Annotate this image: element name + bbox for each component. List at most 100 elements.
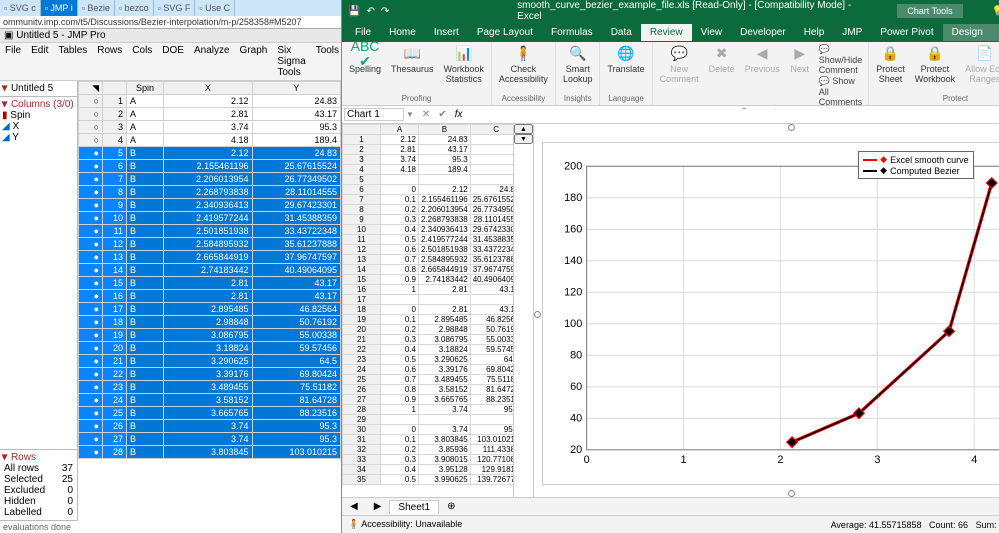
table-row[interactable]: ●28B3.803845103.010215 [79, 446, 341, 459]
check-accessibility-button[interactable]: 🧍Check Accessibility [496, 44, 551, 85]
add-sheet-button[interactable]: ⊕ [439, 500, 463, 513]
table-row[interactable]: 350.53.990625139.726775 [343, 475, 515, 485]
ribbon-tab[interactable]: Home [380, 24, 425, 41]
menu-item[interactable]: Graph [235, 43, 273, 80]
table-row[interactable]: 240.63.3917669.80424 [343, 365, 515, 375]
table-row[interactable]: 230.53.29062564.5 [343, 355, 515, 365]
table-row[interactable]: 200.22.9884850.76192 [343, 325, 515, 335]
spin-down-button[interactable]: ▼ [514, 134, 533, 144]
column-header[interactable]: X [164, 82, 252, 95]
table-row[interactable]: 12.1224.83 [343, 135, 515, 145]
corner-cell[interactable]: ◥ [79, 82, 103, 95]
table-row[interactable]: 90.32.26879383828.11014555 [343, 215, 515, 225]
table-row[interactable]: ●9B2.34093641329.67423301 [79, 199, 341, 212]
table-row[interactable]: ●8B2.26879383828.11014555 [79, 186, 341, 199]
translate-button[interactable]: 🌐Translate [604, 44, 647, 75]
table-row[interactable]: 3003.7495.3 [343, 425, 515, 435]
ribbon-tab[interactable]: View [692, 24, 732, 41]
table-row[interactable]: ●24B3.5815281.64728 [79, 394, 341, 407]
column-item[interactable]: ◢ X [2, 121, 75, 132]
browser-tab[interactable]: ▫ SVG c [0, 0, 41, 16]
table-row[interactable]: ●11B2.50185193833.43722348 [79, 225, 341, 238]
nav-prev-icon[interactable]: ◀ [342, 500, 366, 513]
menu-item[interactable]: Tables [53, 43, 92, 80]
jmp-grid[interactable]: ◥SpinXY○1A2.1224.83○2A2.8143.17○3A3.7495… [78, 81, 341, 521]
spelling-button[interactable]: ABC✔Spelling [346, 44, 384, 85]
table-row[interactable]: ●25B3.66576588.23516 [79, 407, 341, 420]
table-row[interactable]: ●20B3.1882459.57456 [79, 342, 341, 355]
name-box[interactable] [344, 108, 404, 121]
wbstats-button[interactable]: 📊Workbook Statistics [441, 44, 487, 85]
menu-item[interactable]: Cols [127, 43, 157, 80]
table-row[interactable]: 310.13.803845103.010215 [343, 435, 515, 445]
table-row[interactable]: 340.43.95128129.91816 [343, 465, 515, 475]
table-row[interactable]: 210.33.08679555.00338 [343, 335, 515, 345]
table-row[interactable]: ●6B2.15546119625.67615524 [79, 160, 341, 173]
table-row[interactable]: 330.33.908015120.771085 [343, 455, 515, 465]
table-row[interactable]: ●17B2.89548546.82564 [79, 303, 341, 316]
nav-next-icon[interactable]: ▶ [366, 500, 390, 513]
table-row[interactable]: ●7B2.20601395426.77349502 [79, 173, 341, 186]
url-bar[interactable]: ommunitv.imp.com/t5/Discussions/Bezier-i… [0, 16, 341, 29]
protect-sheet-button[interactable]: 🔒Protect Sheet [873, 44, 908, 85]
menu-item[interactable]: Tools [311, 43, 344, 80]
column-header[interactable]: B [419, 125, 471, 135]
table-row[interactable]: ●15B2.8143.17 [79, 277, 341, 290]
table-row[interactable]: ○2A2.8143.17 [79, 108, 341, 121]
table-row[interactable]: ●10B2.41957724431.45388359 [79, 212, 341, 225]
column-item[interactable]: ◢ Y [2, 132, 75, 143]
tell-me[interactable]: 💡 Tell me [992, 6, 999, 17]
browser-tab[interactable]: ▫ SVG F [154, 0, 196, 16]
table-row[interactable]: 320.23.85936111.43384 [343, 445, 515, 455]
ribbon-tab[interactable]: Format [992, 24, 999, 41]
menu-item[interactable]: Rows [92, 43, 127, 80]
table-row[interactable]: ●16B2.8143.17 [79, 290, 341, 303]
table-row[interactable]: 150.92.7418344240.49064095 [343, 275, 515, 285]
table-row[interactable]: 5 [343, 175, 515, 185]
selection-handle[interactable] [788, 490, 795, 497]
cancel-icon[interactable]: ✕ [422, 109, 430, 120]
table-row[interactable]: 1612.8143.17 [343, 285, 515, 295]
legend[interactable]: ◆Excel smooth curve ◆Computed Bezier [858, 151, 973, 179]
column-header[interactable]: Spin [127, 82, 164, 95]
ribbon-tab[interactable]: Developer [731, 24, 795, 41]
table-row[interactable]: ●13B2.66584491937.96747597 [79, 251, 341, 264]
selection-handle[interactable] [788, 124, 795, 131]
menu-item[interactable]: File [0, 43, 26, 80]
table-row[interactable]: ○4A4.18189.4 [79, 134, 341, 147]
confirm-icon[interactable]: ✔ [438, 109, 446, 120]
table-row[interactable]: 1802.8143.17 [343, 305, 515, 315]
table-row[interactable]: 33.7495.3 [343, 155, 515, 165]
column-item[interactable]: ▮ Spin [2, 110, 75, 121]
table-row[interactable]: 140.82.66584491937.96747597 [343, 265, 515, 275]
menu-item[interactable]: Six Sigma Tools [272, 43, 310, 80]
table-row[interactable]: 602.1224.83 [343, 185, 515, 195]
table-row[interactable]: ●14B2.7418344240.49064095 [79, 264, 341, 277]
show-hide-comment[interactable]: 💬 Show/Hide Comment [817, 44, 865, 75]
table-row[interactable]: 100.42.34093641329.67423301 [343, 225, 515, 235]
table-row[interactable]: 17 [343, 295, 515, 305]
table-row[interactable]: 190.12.89548546.82564 [343, 315, 515, 325]
browser-tab[interactable]: ▫ Bezie [78, 0, 115, 16]
browser-tab[interactable]: ▫ JMP i [41, 0, 78, 16]
table-row[interactable]: 250.73.48945575.51182 [343, 375, 515, 385]
dropdown-icon[interactable]: ▼ [406, 110, 414, 119]
table-row[interactable]: ○3A3.7495.3 [79, 121, 341, 134]
table-row[interactable]: 22.8143.17 [343, 145, 515, 155]
table-row[interactable]: ●5B2.1224.83 [79, 147, 341, 160]
ribbon-tab[interactable]: JMP [833, 24, 871, 41]
ribbon-tab[interactable]: Page Layout [468, 24, 542, 41]
table-row[interactable]: ●23B3.48945575.51182 [79, 381, 341, 394]
smart-lookup-button[interactable]: 🔍Smart Lookup [560, 44, 596, 85]
thesaurus-button[interactable]: 📖Thesaurus [388, 44, 437, 85]
table-row[interactable]: 29 [343, 415, 515, 425]
table-row[interactable]: ●18B2.9884850.76192 [79, 316, 341, 329]
excel-grid[interactable]: ABC12.1224.8322.8143.1733.7495.344.18189… [342, 124, 514, 497]
redo-icon[interactable]: ↷ [381, 6, 389, 17]
table-row[interactable]: 130.72.58489593235.61237888 [343, 255, 515, 265]
menu-item[interactable]: DOE [157, 43, 189, 80]
table-row[interactable]: ●27B3.7495.3 [79, 433, 341, 446]
chart[interactable]: ◆Excel smooth curve ◆Computed Bezier 204… [542, 142, 999, 485]
sheet-tab[interactable]: Sheet1 [389, 500, 439, 514]
ribbon-tab[interactable]: Data [602, 24, 641, 41]
